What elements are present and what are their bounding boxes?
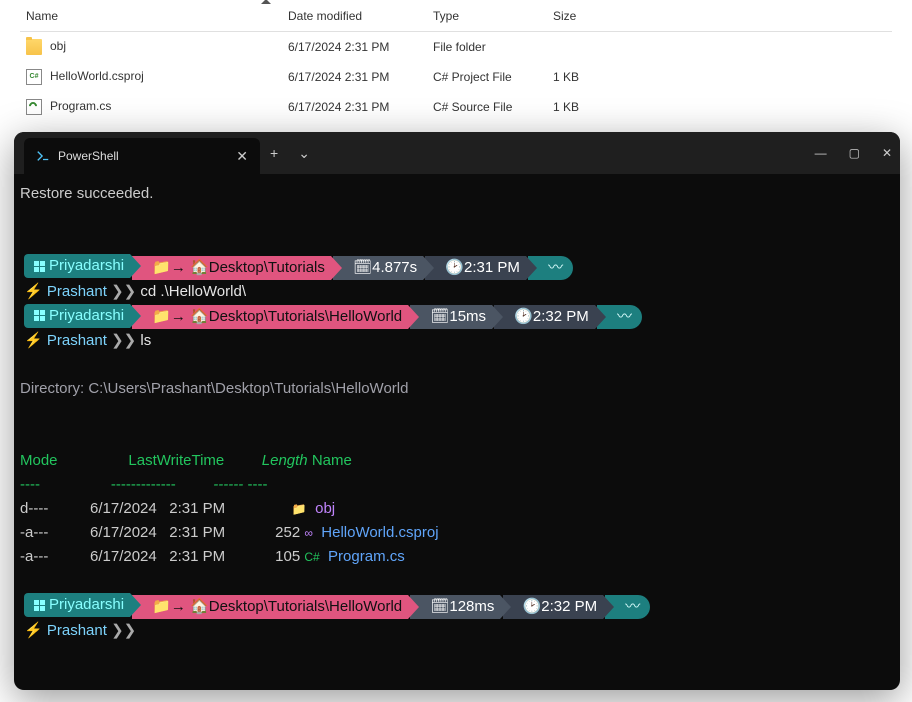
ls-header: Mode LastWriteTime Length Name [20, 449, 894, 473]
powershell-icon [36, 149, 50, 163]
explorer-header: Name Date modified Type Size [20, 0, 892, 32]
table-row[interactable]: Program.cs 6/17/2024 2:31 PM C# Source F… [20, 92, 892, 122]
command-line: ⚡ Prashant ❯❯ ls [20, 329, 894, 353]
output-line: Restore succeeded. [20, 182, 894, 206]
ls-header-underline: ---- ------------- ------ ---- [20, 473, 894, 497]
command-line[interactable]: ⚡ Prashant ❯❯ [20, 619, 894, 643]
prompt-line: Priyadarshi 📁→ 🏠Desktop\Tutorials 🗓 4.87… [20, 254, 894, 280]
prompt-line: Priyadarshi 📁→ 🏠Desktop\Tutorials\HelloW… [20, 304, 894, 330]
ls-row: -a--- 6/17/2024 2:31 PM 105 C# Program.c… [20, 545, 894, 569]
command-line: ⚡ Prashant ❯❯ cd .\HelloWorld\ [20, 280, 894, 304]
column-name[interactable]: Name [20, 9, 282, 23]
close-button[interactable]: ✕ [882, 146, 892, 160]
folder-icon [26, 39, 42, 55]
terminal-window: PowerShell ✕ + ⌄ — ▢ ✕ Restore succeeded… [14, 132, 900, 690]
title-bar: PowerShell ✕ + ⌄ — ▢ ✕ [14, 132, 900, 174]
cs-icon [26, 99, 42, 115]
csproj-icon: C# [26, 69, 42, 85]
table-row[interactable]: C#HelloWorld.csproj 6/17/2024 2:31 PM C#… [20, 62, 892, 92]
ls-row: -a--- 6/17/2024 2:31 PM 252 ∞ HelloWorld… [20, 521, 894, 545]
close-tab-icon[interactable]: ✕ [236, 148, 248, 165]
file-explorer: Name Date modified Type Size obj 6/17/20… [0, 0, 912, 122]
column-date[interactable]: Date modified [282, 9, 427, 23]
table-row[interactable]: obj 6/17/2024 2:31 PM File folder [20, 32, 892, 62]
terminal-body[interactable]: Restore succeeded. Priyadarshi 📁→ 🏠Deskt… [14, 174, 900, 651]
tab-powershell[interactable]: PowerShell ✕ [24, 138, 260, 174]
minimize-button[interactable]: — [815, 146, 827, 160]
ls-row: d---- 6/17/2024 2:31 PM 📁 obj [20, 497, 894, 521]
maximize-button[interactable]: ▢ [849, 146, 860, 160]
new-tab-button[interactable]: + [260, 145, 288, 161]
directory-line: Directory: C:\Users\Prashant\Desktop\Tut… [20, 377, 894, 401]
tab-dropdown-icon[interactable]: ⌄ [288, 145, 320, 162]
column-size[interactable]: Size [547, 9, 627, 23]
prompt-line: Priyadarshi 📁→ 🏠Desktop\Tutorials\HelloW… [20, 593, 894, 619]
column-type[interactable]: Type [427, 9, 547, 23]
